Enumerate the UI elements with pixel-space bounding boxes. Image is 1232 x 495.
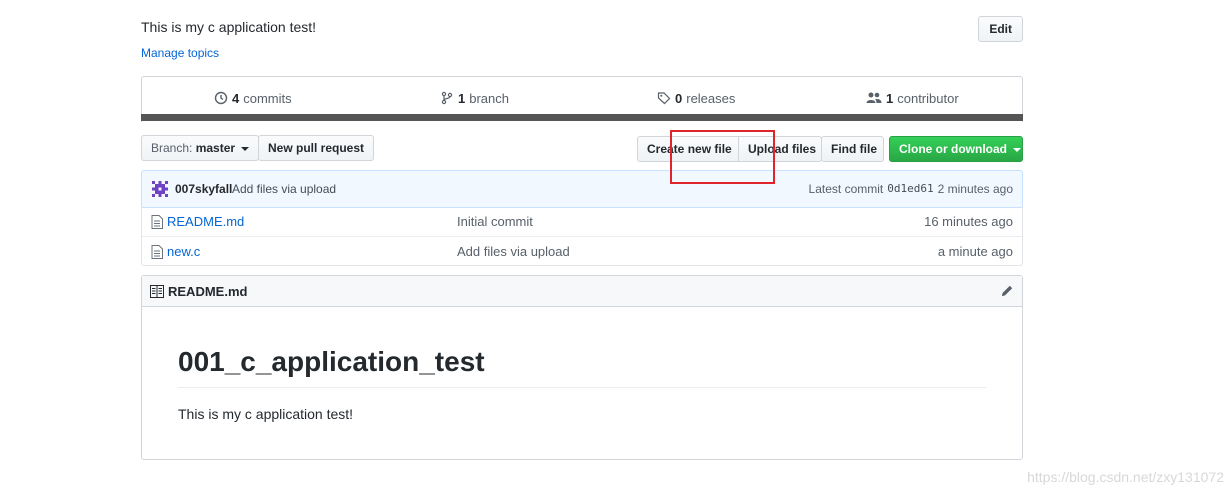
pencil-icon[interactable] (1000, 284, 1014, 298)
branch-prefix: Branch: (151, 141, 193, 155)
commit-sha-link[interactable]: 0d1ed61 (887, 182, 933, 196)
file-table: README.md Initial commit 16 minutes ago … (141, 207, 1023, 266)
commits-link[interactable]: 4 commits (214, 89, 292, 107)
contributor-count: 1 (886, 90, 894, 106)
repo-description-row: This is my c application test! Edit (141, 16, 1023, 46)
commit-meta: Latest commit 0d1ed61 2 minutes ago (809, 182, 1013, 196)
table-row: new.c Add files via upload a minute ago (142, 236, 1022, 265)
readme-paragraph: This is my c application test! (178, 406, 354, 422)
caret-down-icon (241, 146, 250, 151)
tag-icon (657, 92, 671, 105)
readme-panel: README.md 001_c_application_test This is… (141, 275, 1023, 460)
find-file-button[interactable]: Find file (821, 136, 884, 162)
branch-name: master (195, 141, 236, 155)
commit-age: 2 minutes ago (937, 182, 1013, 196)
file-name-link[interactable]: new.c (167, 244, 200, 259)
edit-description-button[interactable]: Edit (978, 16, 1023, 42)
manage-topics-link[interactable]: Manage topics (141, 46, 219, 60)
commit-author-link[interactable]: 007skyfall (175, 182, 232, 196)
readme-header: README.md (142, 276, 1022, 307)
watermark: https://blog.csdn.net/zxy131072 (1027, 469, 1224, 485)
contributor-label: contributor (897, 90, 959, 106)
history-icon (214, 91, 228, 105)
file-commit-message-link[interactable]: Initial commit (457, 214, 533, 229)
file-age: a minute ago (937, 244, 1013, 259)
commits-count: 4 (232, 90, 240, 106)
file-icon (151, 245, 163, 259)
file-name-link[interactable]: README.md (167, 214, 244, 229)
readme-heading: 001_c_application_test (178, 346, 986, 388)
people-icon (866, 92, 882, 103)
latest-commit-prefix: Latest commit (808, 182, 884, 196)
commit-message-link[interactable]: Add files via upload (232, 182, 336, 196)
branch-count: 1 (458, 90, 466, 106)
releases-link[interactable]: 0 releases (657, 89, 735, 107)
branch-label: branch (469, 90, 509, 106)
commits-label: commits (243, 90, 292, 106)
clone-or-download-button[interactable]: Clone or download (889, 136, 1023, 162)
avatar[interactable] (152, 181, 168, 197)
repo-description: This is my c application test! (141, 19, 317, 35)
branch-icon (441, 91, 453, 105)
file-commit-message-link[interactable]: Add files via upload (457, 244, 570, 259)
new-pull-request-button[interactable]: New pull request (258, 135, 375, 161)
upload-files-button[interactable]: Upload files (738, 136, 822, 162)
file-age: 16 minutes ago (924, 214, 1013, 229)
clone-label: Clone or download (899, 142, 1007, 156)
latest-commit-bar: 007skyfall Add files via upload Latest c… (141, 170, 1023, 208)
branch-select-button[interactable]: Branch: master (141, 135, 260, 161)
language-bar (141, 114, 1023, 121)
releases-label: releases (686, 90, 736, 106)
create-new-file-button[interactable]: Create new file (637, 136, 739, 162)
caret-down-icon (1013, 147, 1022, 152)
table-row: README.md Initial commit 16 minutes ago (142, 207, 1022, 236)
readme-filename: README.md (168, 284, 248, 299)
contributors-link[interactable]: 1 contributor (866, 89, 959, 107)
releases-count: 0 (675, 90, 683, 106)
file-icon (151, 215, 163, 229)
book-icon (150, 285, 164, 298)
branches-link[interactable]: 1 branch (440, 89, 509, 107)
